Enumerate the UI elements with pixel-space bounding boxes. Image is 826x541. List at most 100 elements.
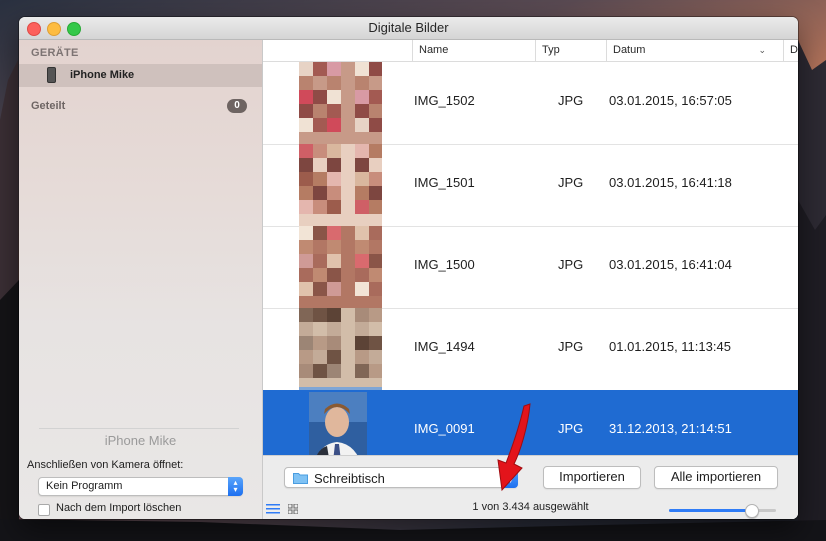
cell-name: IMG_1494 xyxy=(414,339,475,354)
sidebar-item-label: iPhone Mike xyxy=(70,69,135,81)
destination-popup[interactable]: Schreibtisch ▴▾ xyxy=(284,467,518,488)
column-header-type[interactable]: Typ xyxy=(535,40,606,61)
thumbnail-pixel xyxy=(327,132,341,144)
thumbnail-pixel xyxy=(369,268,382,282)
column-header-name[interactable]: Name xyxy=(412,40,535,61)
thumbnail-pixel xyxy=(341,226,355,240)
thumbnail-pixel xyxy=(299,158,313,172)
thumbnail-pixel xyxy=(299,90,313,104)
thumbnail-pixel xyxy=(341,240,355,254)
thumbnail-pixel xyxy=(355,214,369,226)
import-button[interactable]: Importieren xyxy=(543,466,641,489)
thumbnail-pixel xyxy=(313,118,327,132)
thumbnail-pixel xyxy=(355,282,369,296)
thumbnail-pixel xyxy=(313,240,327,254)
thumbnail-pixel xyxy=(341,254,355,268)
thumbnail-pixel xyxy=(341,90,355,104)
column-header-extra[interactable]: Da xyxy=(783,40,798,61)
cell-date: 03.01.2015, 16:41:18 xyxy=(609,175,732,190)
zoom-button[interactable] xyxy=(67,22,81,36)
shared-count-badge: 0 xyxy=(227,99,247,113)
cell-type: JPG xyxy=(558,339,584,354)
thumbnail-pixel xyxy=(299,76,313,90)
thumbnail-pixel xyxy=(369,214,382,226)
cell-type: JPG xyxy=(558,257,584,272)
sidebar-item-shared[interactable]: Geteilt xyxy=(31,100,65,112)
thumbnail-pixel xyxy=(355,172,369,186)
thumbnail-pixel xyxy=(327,186,341,200)
thumbnail-pixel xyxy=(313,76,327,90)
thumbnail-pixel xyxy=(313,186,327,200)
thumbnail-pixel xyxy=(327,254,341,268)
thumbnail-pixel xyxy=(299,296,313,308)
thumbnail-pixel xyxy=(313,62,327,76)
cell-name: IMG_1502 xyxy=(414,93,475,108)
thumbnail-pixel xyxy=(341,308,355,322)
minimize-button[interactable] xyxy=(47,22,61,36)
thumbnail-pixel xyxy=(369,76,382,90)
devices-section-header: GERÄTE xyxy=(31,47,79,59)
thumbnail-pixel xyxy=(327,282,341,296)
thumbnail-pixel xyxy=(369,254,382,268)
thumbnail-pixel xyxy=(369,308,382,322)
thumbnail-pixel xyxy=(313,322,327,336)
connect-app-popup[interactable]: Kein Programm ▴ ▾ xyxy=(38,477,243,496)
thumbnail-pixel xyxy=(327,240,341,254)
thumbnail-pixel xyxy=(327,308,341,322)
import-all-button[interactable]: Alle importieren xyxy=(654,466,778,489)
thumbnail-pixel xyxy=(355,308,369,322)
thumbnail-pixel xyxy=(355,118,369,132)
thumbnail-pixel xyxy=(327,90,341,104)
photo-thumbnail xyxy=(299,144,382,226)
thumbnail-pixel xyxy=(341,336,355,350)
connect-camera-label: Anschließen von Kamera öffnet: xyxy=(27,459,184,471)
thumbnail-pixel xyxy=(299,364,313,378)
thumbnail-pixel xyxy=(327,118,341,132)
thumbnail-pixel xyxy=(313,132,327,144)
destination-value: Schreibtisch xyxy=(314,471,385,486)
thumbnail-size-slider[interactable] xyxy=(669,504,776,518)
window-title: Digitale Bilder xyxy=(368,20,449,35)
thumbnail-pixel xyxy=(313,90,327,104)
sidebar-item-iphone[interactable]: iPhone Mike xyxy=(19,64,262,87)
table-row[interactable]: IMG_1500 JPG 03.01.2015, 16:41:04 xyxy=(263,226,798,309)
thumbnail-pixel xyxy=(369,296,382,308)
title-bar: Digitale Bilder xyxy=(19,17,798,40)
thumbnail-pixel xyxy=(341,322,355,336)
table-row[interactable]: IMG_1494 JPG 01.01.2015, 11:13:45 xyxy=(263,308,798,391)
thumbnail-pixel xyxy=(327,62,341,76)
thumbnail-pixel xyxy=(341,200,355,214)
thumbnail-pixel xyxy=(299,308,313,322)
photo-thumbnail xyxy=(299,308,382,390)
sort-chevron-icon: ⌄ xyxy=(758,45,766,55)
thumbnail-pixel xyxy=(369,186,382,200)
thumbnail-pixel xyxy=(299,62,313,76)
thumbnail-pixel xyxy=(313,350,327,364)
thumbnail-pixel xyxy=(313,172,327,186)
thumbnail-pixel xyxy=(355,62,369,76)
cell-type: JPG xyxy=(558,93,584,108)
thumbnail-pixel xyxy=(299,144,313,158)
cell-name: IMG_0091 xyxy=(414,421,475,436)
thumbnail-pixel xyxy=(299,172,313,186)
table-row[interactable]: IMG_1502 JPG 03.01.2015, 16:57:05 xyxy=(263,62,798,145)
thumbnail-pixel xyxy=(355,90,369,104)
thumbnail-pixel xyxy=(313,254,327,268)
thumbnail-pixel xyxy=(299,186,313,200)
thumbnail-pixel xyxy=(369,118,382,132)
thumbnail-pixel xyxy=(327,172,341,186)
popup-stepper-icon: ▴▾ xyxy=(228,477,243,496)
thumbnail-pixel xyxy=(327,296,341,308)
thumbnail-pixel xyxy=(355,268,369,282)
thumbnail-pixel xyxy=(313,144,327,158)
delete-after-import-checkbox[interactable] xyxy=(38,504,50,516)
thumbnail-pixel xyxy=(369,90,382,104)
table-row[interactable]: IMG_1501 JPG 03.01.2015, 16:41:18 xyxy=(263,144,798,227)
column-header-date[interactable]: Datum ⌄ xyxy=(606,40,770,61)
close-button[interactable] xyxy=(27,22,41,36)
thumbnail-pixel xyxy=(355,336,369,350)
thumbnail-pixel xyxy=(355,132,369,144)
thumbnail-pixel xyxy=(369,172,382,186)
slider-knob[interactable] xyxy=(745,504,760,518)
thumbnail-pixel xyxy=(313,336,327,350)
